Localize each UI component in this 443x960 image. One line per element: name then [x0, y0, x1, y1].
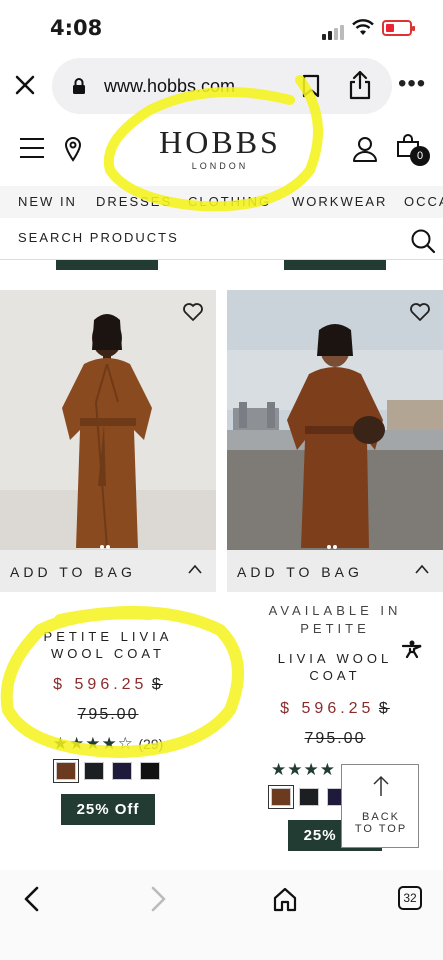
nav-item-dresses[interactable]: DRESSES — [96, 194, 172, 209]
product-name-line1[interactable]: PETITE LIVIA — [0, 628, 216, 645]
swatch-charcoal[interactable] — [299, 788, 319, 806]
product-image[interactable] — [227, 290, 443, 550]
browser-address-row: www.hobbs.com ••• — [0, 56, 443, 116]
availability-line2: PETITE — [300, 621, 370, 636]
back-to-top-line1: BACK — [362, 811, 400, 823]
product-image[interactable] — [0, 290, 216, 550]
add-to-bag-label: ADD TO BAG — [10, 564, 136, 580]
review-count: (29) — [138, 736, 164, 752]
discount-badge: 25% Off — [60, 794, 156, 825]
logo-wordmark: HOBBS — [159, 124, 281, 160]
status-time: 4:08 — [50, 16, 103, 40]
account-icon[interactable] — [352, 136, 378, 162]
more-options-icon[interactable]: ••• — [398, 70, 426, 98]
search-label[interactable]: SEARCH PRODUCTS — [18, 230, 179, 245]
swatch-charcoal[interactable] — [84, 762, 104, 780]
wifi-icon — [352, 19, 374, 35]
tab-switcher-button[interactable]: 32 — [398, 886, 422, 910]
nav-item-workwear[interactable]: WORKWEAR — [292, 194, 387, 209]
category-nav: NEW IN DRESSES CLOTHING WORKWEAR OCCA — [0, 186, 443, 218]
search-bar[interactable]: SEARCH PRODUCTS — [0, 218, 443, 260]
search-icon[interactable] — [410, 228, 436, 254]
add-to-bag-label: ADD TO BAG — [237, 564, 363, 580]
nav-item-new-in[interactable]: NEW IN — [18, 194, 77, 209]
status-bar: 4:08 — [0, 0, 443, 56]
add-to-bag-button[interactable]: ADD TO BAG — [227, 550, 443, 592]
close-icon[interactable] — [12, 72, 38, 98]
product-photo-coat-model — [0, 290, 216, 550]
wishlist-heart-icon[interactable] — [182, 302, 204, 322]
swatch-camel[interactable] — [53, 759, 79, 783]
image-carousel-dots[interactable] — [327, 536, 339, 550]
price-row: $ 596.25 $ — [0, 676, 216, 694]
hamburger-menu-icon[interactable] — [20, 138, 44, 158]
back-to-top-button[interactable]: BACK TO TOP — [341, 764, 419, 848]
original-price-currency: $ — [151, 676, 163, 693]
product-name-line2[interactable]: WOOL COAT — [0, 645, 216, 662]
product-info: PETITE LIVIA WOOL COAT $ 596.25 $ 795.00… — [0, 592, 216, 825]
color-swatches — [0, 759, 216, 783]
battery-icon — [382, 20, 415, 36]
wishlist-heart-icon[interactable] — [409, 302, 431, 322]
rating-row[interactable]: ★★★★☆ (29) — [0, 734, 216, 754]
logo-subtitle: LONDON — [191, 161, 249, 171]
original-price: 795.00 — [304, 730, 366, 747]
availability-line1: AVAILABLE IN — [268, 603, 402, 618]
bag-count-badge: 0 — [410, 146, 430, 166]
product-name-line2[interactable]: COAT — [227, 667, 443, 684]
shopping-bag-icon[interactable]: 0 — [396, 134, 430, 166]
sale-price: $ 596.25 — [53, 676, 148, 693]
home-icon[interactable] — [272, 886, 298, 912]
swatch-black[interactable] — [140, 762, 160, 780]
back-to-top-line2: TO TOP — [354, 823, 408, 835]
chevron-up-icon[interactable] — [415, 564, 429, 574]
previous-row-badge — [284, 260, 386, 270]
product-photo-coat-model-city — [227, 290, 443, 550]
accessibility-icon[interactable] — [402, 640, 422, 658]
nav-item-occasion[interactable]: OCCA — [404, 194, 443, 209]
chevron-up-icon[interactable] — [188, 564, 202, 574]
star-rating-icon: ★★★★☆ — [52, 734, 134, 753]
lock-icon — [73, 78, 85, 94]
previous-row-badge — [56, 260, 158, 270]
url-text[interactable]: www.hobbs.com — [104, 76, 235, 97]
cellular-signal-icon — [322, 22, 346, 40]
share-icon[interactable] — [348, 70, 372, 100]
image-carousel-dots[interactable] — [100, 536, 112, 550]
nav-item-clothing[interactable]: CLOTHING — [188, 194, 271, 209]
swatch-navy[interactable] — [112, 762, 132, 780]
browser-toolbar: 32 — [0, 870, 443, 960]
address-bar[interactable]: www.hobbs.com — [52, 58, 392, 114]
add-to-bag-button[interactable]: ADD TO BAG — [0, 550, 216, 592]
sale-price: $ 596.25 — [280, 700, 375, 717]
original-price-currency: $ — [378, 700, 390, 717]
swatch-camel[interactable] — [268, 785, 294, 809]
bookmark-icon[interactable] — [302, 74, 320, 98]
store-locator-icon[interactable] — [64, 136, 82, 162]
back-arrow-icon[interactable] — [22, 886, 42, 912]
star-rating-icon: ★★★★ — [271, 760, 336, 779]
brand-logo[interactable]: HOBBS LONDON — [150, 124, 290, 171]
arrow-up-icon — [373, 775, 389, 796]
forward-arrow-icon[interactable] — [148, 886, 168, 912]
price-row: $ 596.25 $ — [227, 700, 443, 718]
original-price: 795.00 — [77, 706, 139, 723]
site-header: HOBBS LONDON 0 — [0, 116, 443, 186]
